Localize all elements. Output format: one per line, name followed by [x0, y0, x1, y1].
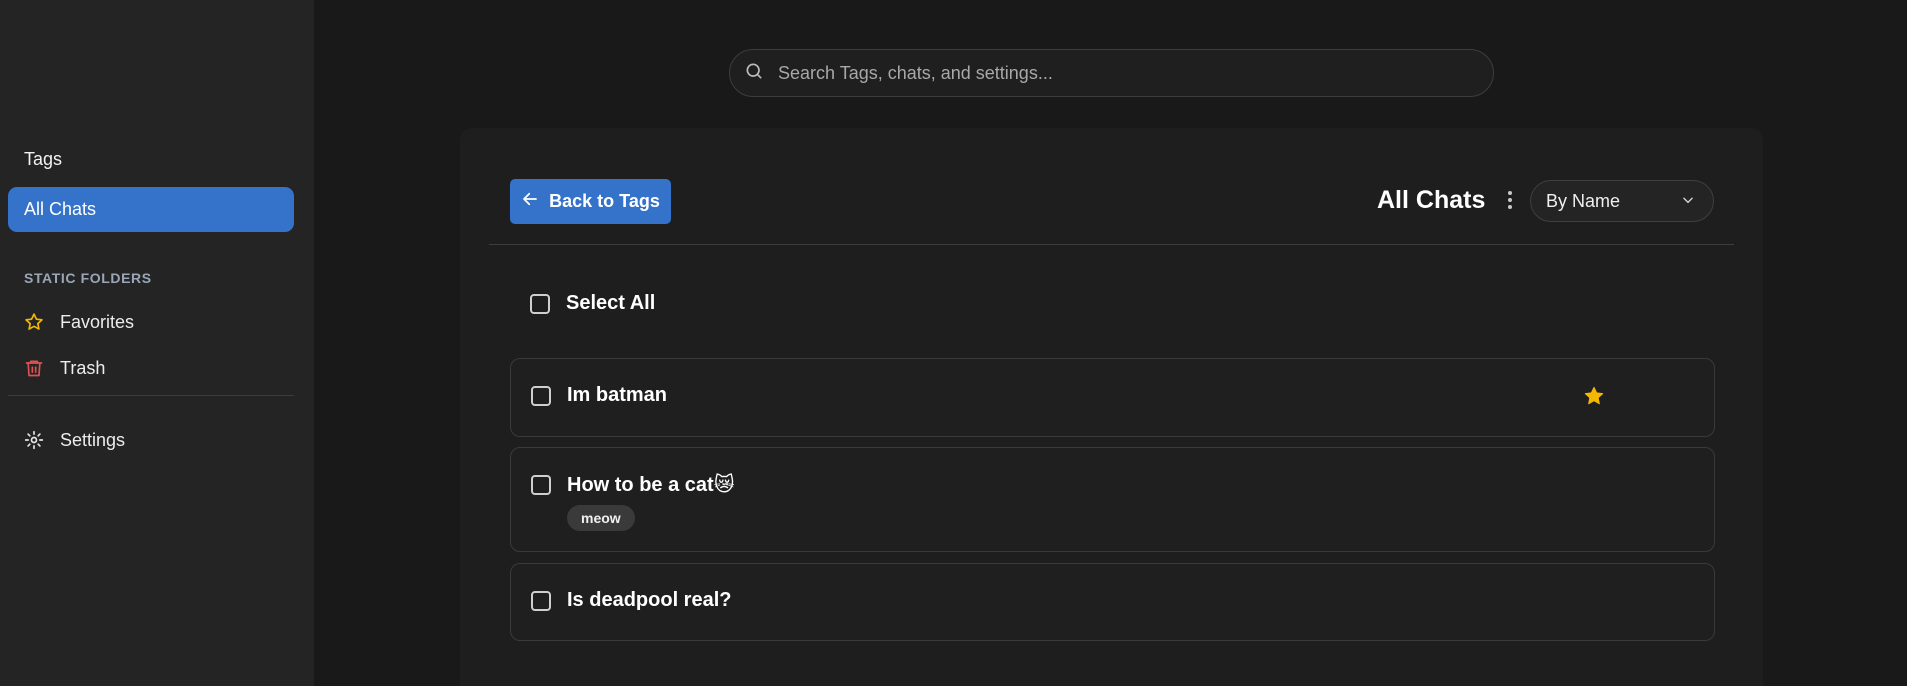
sidebar-item-settings[interactable]: Settings	[8, 420, 294, 460]
sidebar-divider	[8, 395, 294, 396]
sidebar-item-favorites-label: Favorites	[60, 311, 135, 332]
select-all-checkbox[interactable]	[530, 293, 550, 314]
chat-card[interactable]: Is deadpool real?	[510, 563, 1715, 641]
chats-panel: Back to Tags All Chats By Name Select Al…	[460, 128, 1763, 686]
chevron-down-icon	[1681, 191, 1695, 212]
search-input[interactable]	[778, 62, 1493, 84]
star-outline-icon	[24, 312, 44, 332]
header-divider	[489, 244, 1734, 245]
select-all-label: Select All	[566, 292, 656, 314]
chat-checkbox[interactable]	[531, 474, 551, 495]
page-title: All Chats	[1377, 186, 1486, 214]
back-to-tags-label: Back to Tags	[549, 191, 660, 211]
chat-checkbox[interactable]	[531, 590, 551, 611]
sidebar-item-favorites[interactable]: Favorites	[8, 302, 294, 342]
search-icon	[744, 61, 764, 86]
chat-title: Is deadpool real?	[567, 589, 732, 611]
tag-chip[interactable]: meow	[567, 505, 635, 531]
chat-checkbox[interactable]	[531, 385, 551, 406]
chat-title: How to be a cat😿	[567, 474, 735, 496]
select-all-row: Select All	[530, 292, 655, 315]
back-to-tags-button[interactable]: Back to Tags	[510, 179, 671, 224]
trash-icon	[24, 358, 44, 378]
sidebar-item-settings-label: Settings	[60, 429, 126, 450]
app-root: Tags All Chats STATIC FOLDERS Favorites …	[0, 0, 1907, 686]
search-bar[interactable]	[729, 49, 1494, 97]
sidebar-item-all-chats-label: All Chats	[24, 199, 97, 219]
static-folders-heading: STATIC FOLDERS	[24, 270, 152, 286]
sidebar-item-tags-label: Tags	[24, 149, 63, 169]
sidebar: Tags All Chats STATIC FOLDERS Favorites …	[0, 0, 314, 686]
sort-dropdown-value: By Name	[1546, 190, 1621, 211]
star-filled-icon[interactable]	[1583, 385, 1605, 412]
sidebar-item-trash[interactable]: Trash	[8, 348, 294, 388]
sort-dropdown[interactable]: By Name	[1530, 180, 1714, 222]
chat-card[interactable]: How to be a cat😿 meow	[510, 447, 1715, 552]
sidebar-item-all-chats[interactable]: All Chats	[8, 187, 294, 232]
sidebar-item-trash-label: Trash	[60, 357, 106, 378]
more-vertical-icon[interactable]	[1502, 188, 1518, 212]
chat-title-row: How to be a cat😿	[531, 472, 735, 497]
chat-card[interactable]: Im batman	[510, 358, 1715, 437]
chat-title-row: Im batman	[531, 384, 667, 407]
gear-icon	[24, 430, 44, 450]
arrow-left-icon	[521, 190, 539, 213]
chat-title-row: Is deadpool real?	[531, 589, 731, 612]
sidebar-item-tags[interactable]: Tags	[8, 137, 294, 182]
chat-title: Im batman	[567, 384, 668, 406]
